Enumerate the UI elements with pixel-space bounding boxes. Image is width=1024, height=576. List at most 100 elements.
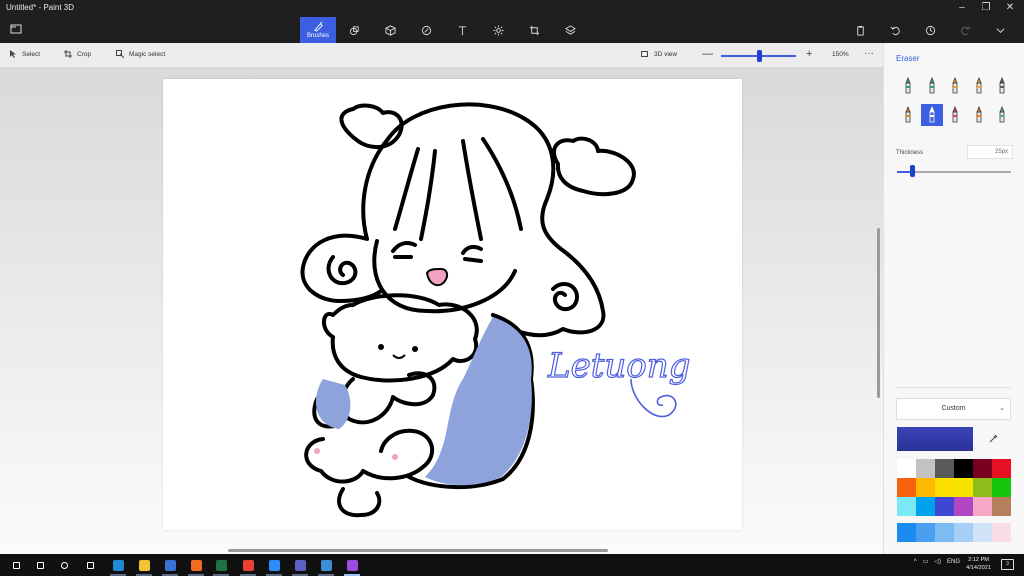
color-swatch[interactable]	[954, 478, 973, 497]
taskbar-teams[interactable]	[292, 557, 308, 573]
tool-canvas[interactable]	[516, 17, 552, 43]
custom-color-swatch[interactable]	[954, 523, 973, 542]
brush-pixel-pen[interactable]	[991, 75, 1013, 97]
brush-crayon[interactable]	[944, 104, 966, 126]
menu-button[interactable]	[10, 22, 24, 34]
select-button[interactable]: Select	[9, 50, 40, 58]
notification-button[interactable]: 3	[1001, 559, 1014, 570]
color-swatch[interactable]	[973, 478, 992, 497]
color-swatch[interactable]	[973, 497, 992, 516]
taskbar-store[interactable]	[162, 557, 178, 573]
custom-color-swatch[interactable]	[897, 523, 916, 542]
tool-text[interactable]	[444, 17, 480, 43]
tool-brushes[interactable]: Brushes	[300, 17, 336, 43]
taskbar-zoom[interactable]	[266, 557, 282, 573]
clock[interactable]: 2:12 PM 4/14/2021	[966, 557, 991, 572]
network-icon[interactable]: ▭	[923, 558, 929, 565]
chevron-up-icon[interactable]: ^	[914, 559, 917, 565]
color-swatch[interactable]	[916, 459, 935, 478]
sub-toolbar: Select Crop Magic select 3D view — + 150…	[0, 43, 883, 68]
tool-effects[interactable]	[480, 17, 516, 43]
thickness-input[interactable]: 25px	[967, 145, 1013, 159]
taskbar-file-explorer[interactable]	[136, 557, 152, 573]
custom-color-swatch[interactable]	[916, 523, 935, 542]
taskbar-paint-3d[interactable]	[344, 557, 360, 573]
right-eye	[461, 244, 483, 263]
crop-button[interactable]: Crop	[64, 50, 91, 58]
edge-icon	[112, 559, 124, 571]
zoom-slider-thumb[interactable]	[757, 50, 762, 62]
current-color-swatch[interactable]	[897, 427, 973, 451]
color-swatch[interactable]	[992, 478, 1011, 497]
color-swatch[interactable]	[992, 459, 1011, 478]
brush-marker[interactable]	[897, 75, 919, 97]
taskbar-edge[interactable]	[110, 557, 126, 573]
clock-time: 2:12 PM	[968, 557, 989, 563]
taskbar-cortana[interactable]	[56, 557, 72, 573]
redo-button[interactable]	[948, 20, 983, 40]
brush-fill[interactable]	[991, 104, 1013, 126]
panel-title: Eraser	[896, 54, 920, 63]
color-swatch[interactable]	[897, 497, 916, 516]
undo-button[interactable]	[878, 20, 913, 40]
tool-3d-shapes[interactable]	[372, 17, 408, 43]
thickness-slider-thumb[interactable]	[910, 165, 916, 177]
taskbar-start[interactable]	[8, 557, 24, 573]
color-swatch[interactable]	[973, 459, 992, 478]
cortana-icon	[60, 561, 68, 569]
taskbar-search[interactable]	[32, 557, 48, 573]
close-button[interactable]: ✕	[1000, 1, 1020, 15]
color-swatch[interactable]	[992, 497, 1011, 516]
custom-color-swatch[interactable]	[973, 523, 992, 542]
maximize-button[interactable]: ❐	[976, 1, 996, 15]
expand-button[interactable]	[983, 20, 1018, 40]
brush-pencil[interactable]	[897, 104, 919, 126]
history-button[interactable]	[913, 20, 948, 40]
tool-2d-shapes[interactable]	[336, 17, 372, 43]
color-mode-dropdown[interactable]: Custom ⌄	[896, 398, 1011, 420]
horizontal-scrollbar[interactable]	[228, 549, 608, 552]
3d-view-button[interactable]: 3D view	[641, 50, 677, 58]
brush-watercolor[interactable]	[968, 75, 990, 97]
brush-spray-can[interactable]	[968, 104, 990, 126]
taskbar: ^ ▭ ◁) ENG 2:12 PM 4/14/2021 3	[0, 554, 1024, 576]
volume-icon[interactable]: ◁)	[934, 558, 941, 565]
custom-color-swatch[interactable]	[935, 523, 954, 542]
color-swatch[interactable]	[897, 459, 916, 478]
vertical-scrollbar[interactable]	[877, 228, 880, 398]
language-indicator[interactable]: ENG	[947, 559, 960, 565]
color-swatch[interactable]	[954, 497, 973, 516]
redo-icon	[961, 26, 971, 35]
brush-calligraphy-pen[interactable]	[921, 75, 943, 97]
taskbar-excel[interactable]	[213, 557, 229, 573]
taskbar-firefox[interactable]	[188, 557, 204, 573]
drawing-canvas[interactable]: Letuong	[163, 79, 742, 530]
taskbar-photos[interactable]	[318, 557, 334, 573]
brush-eraser[interactable]	[920, 104, 943, 126]
taskbar-task-view[interactable]	[82, 557, 98, 573]
minimize-button[interactable]: –	[952, 1, 972, 15]
color-swatch[interactable]	[916, 497, 935, 516]
eyedropper-button[interactable]	[983, 430, 1003, 448]
color-swatch[interactable]	[935, 478, 954, 497]
magic-select-button[interactable]: Magic select	[116, 50, 165, 58]
color-swatch[interactable]	[916, 478, 935, 497]
undo-icon	[890, 26, 900, 35]
paste-button[interactable]	[843, 20, 878, 40]
zoom-out-button[interactable]: —	[702, 48, 713, 60]
crop-icon	[64, 50, 72, 58]
color-palette	[897, 459, 1011, 516]
custom-color-swatch[interactable]	[992, 523, 1011, 542]
color-swatch[interactable]	[897, 478, 916, 497]
color-swatch[interactable]	[954, 459, 973, 478]
tool-stickers[interactable]	[408, 17, 444, 43]
excel-icon	[215, 559, 227, 571]
more-options-button[interactable]: ···	[864, 48, 874, 59]
taskbar-chrome[interactable]	[240, 557, 256, 573]
color-swatch[interactable]	[935, 497, 954, 516]
sun-effects-icon	[492, 24, 504, 36]
zoom-in-button[interactable]: +	[806, 48, 812, 60]
tool-3d-library[interactable]	[552, 17, 588, 43]
brush-oil-brush[interactable]	[944, 75, 966, 97]
color-swatch[interactable]	[935, 459, 954, 478]
